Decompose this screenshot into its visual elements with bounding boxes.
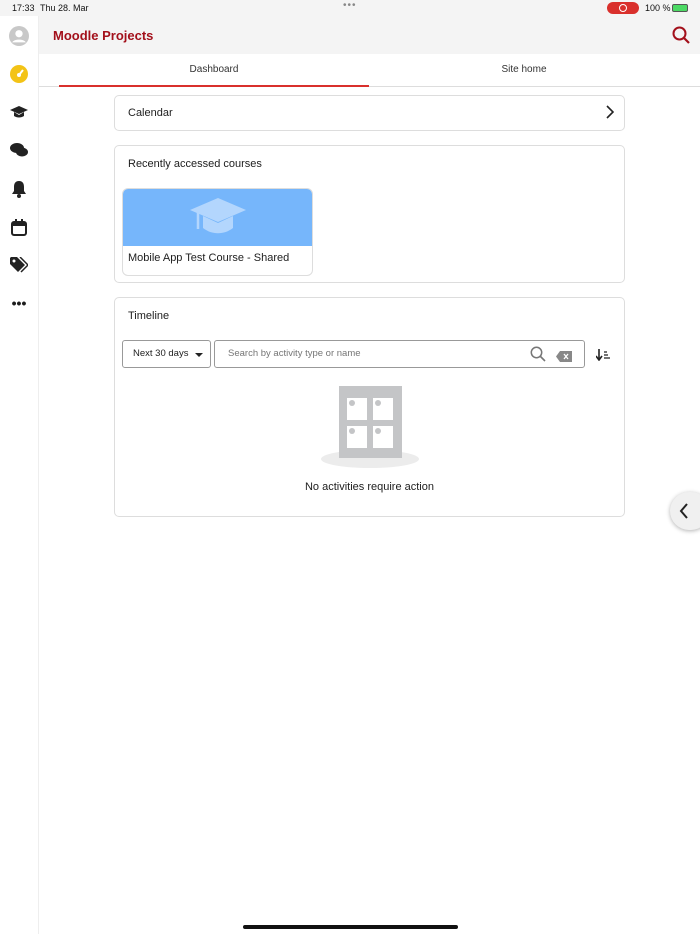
tab-bar: Dashboard Site home xyxy=(39,54,700,87)
status-bar: 17:33 Thu 28. Mar ••• 100 % xyxy=(0,0,700,16)
dashboard-icon[interactable] xyxy=(9,64,29,84)
status-time: 17:33 xyxy=(12,3,35,13)
tab-site-home[interactable]: Site home xyxy=(369,54,679,87)
calendar-icon[interactable] xyxy=(9,217,29,237)
site-title: Moodle Projects xyxy=(53,28,154,43)
header: Moodle Projects xyxy=(39,16,700,54)
tab-dashboard[interactable]: Dashboard xyxy=(59,54,369,87)
more-icon[interactable]: ••• xyxy=(9,293,29,313)
user-avatar[interactable] xyxy=(9,26,29,46)
tags-icon[interactable] xyxy=(9,255,29,275)
course-name: Mobile App Test Course - Shared xyxy=(128,252,290,264)
multitask-dots-icon[interactable]: ••• xyxy=(343,0,357,11)
sort-icon[interactable] xyxy=(595,348,610,366)
timeline-filter-select[interactable]: Next 30 days xyxy=(122,340,211,368)
sidebar: ••• xyxy=(0,16,39,934)
calendar-link[interactable]: Calendar xyxy=(114,95,625,131)
search-icon[interactable] xyxy=(672,26,690,49)
block-drawer-toggle[interactable] xyxy=(670,492,700,530)
empty-message: No activities require action xyxy=(304,481,434,493)
battery-icon xyxy=(672,4,688,12)
course-image xyxy=(123,189,312,246)
status-date: Thu 28. Mar xyxy=(40,3,89,13)
recent-courses-title: Recently accessed courses xyxy=(128,158,262,170)
battery-percent: 100 % xyxy=(645,3,671,13)
clear-icon[interactable] xyxy=(556,349,572,367)
timeline-search-input[interactable] xyxy=(228,348,518,359)
search-icon[interactable] xyxy=(530,346,546,367)
home-indicator[interactable] xyxy=(243,925,458,929)
messages-icon[interactable] xyxy=(9,140,29,160)
chevron-right-icon xyxy=(606,105,615,124)
timeline-search-field xyxy=(214,340,585,368)
chevron-left-icon xyxy=(679,503,688,519)
notifications-icon[interactable] xyxy=(9,179,29,199)
calendar-label: Calendar xyxy=(128,107,173,119)
screen-record-icon[interactable] xyxy=(607,2,639,14)
timeline-title: Timeline xyxy=(128,310,170,322)
course-card[interactable]: Mobile App Test Course - Shared xyxy=(122,188,313,276)
courses-icon[interactable] xyxy=(9,102,29,122)
recent-courses-block: Recently accessed courses Mobile App Tes… xyxy=(114,145,625,283)
timeline-block: Timeline Next 30 days No activities requ… xyxy=(114,297,625,517)
empty-state-illustration xyxy=(321,386,419,475)
